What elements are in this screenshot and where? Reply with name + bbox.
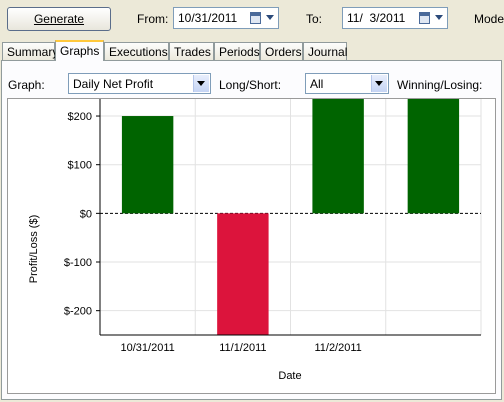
chevron-down-icon[interactable]: [371, 75, 387, 92]
mode-label: Mode:: [474, 12, 504, 26]
graph-select-value: Daily Net Profit: [73, 77, 154, 91]
chevron-down-icon[interactable]: [193, 75, 209, 92]
x-axis-title: Date: [278, 370, 301, 382]
tab-trades[interactable]: Trades: [169, 42, 214, 60]
graphs-panel: Graph: Daily Net Profit Long/Short: All …: [1, 60, 502, 400]
y-tick-label: $200: [68, 111, 92, 123]
tab-periods[interactable]: Periods: [214, 42, 260, 60]
longshort-label: Long/Short:: [219, 78, 282, 92]
tab-orders[interactable]: Orders: [260, 42, 303, 60]
to-date-value: 11/ 3/2011: [347, 11, 406, 25]
bar-11/1/2011: [217, 213, 269, 335]
y-tick-label: $-200: [64, 306, 92, 318]
from-date-value: 10/31/2011: [178, 11, 238, 25]
tab-summary[interactable]: Summary: [2, 42, 58, 60]
from-label: From:: [137, 12, 169, 26]
to-label: To:: [306, 12, 323, 26]
bar-11/3/2011: [407, 99, 460, 214]
chevron-down-icon[interactable]: [435, 15, 443, 20]
generate-button-label: Generate: [33, 12, 85, 26]
graph-label: Graph:: [8, 78, 45, 92]
daily-net-profit-chart: Profit/Loss ($) Date $200 $100 $0 $-100 $-20…: [28, 99, 482, 382]
chevron-down-icon[interactable]: [266, 15, 274, 20]
longshort-select-value: All: [310, 77, 324, 91]
chart-area: Profit/Loss ($) Date $200 $100 $0 $-100 $-20…: [7, 98, 496, 394]
y-tick-label: $-100: [64, 257, 92, 269]
x-tick-label: 11/1/2011: [219, 342, 266, 354]
to-date-picker[interactable]: 11/ 3/2011: [342, 7, 448, 29]
bar-11/2/2011: [312, 99, 364, 214]
bar-10/31/2011: [121, 116, 174, 214]
y-tick-label: $100: [68, 160, 92, 172]
calendar-icon: [250, 12, 261, 24]
y-axis-title: Profit/Loss ($): [28, 215, 40, 283]
y-tick-label: $0: [80, 208, 92, 220]
generate-button[interactable]: Generate: [7, 7, 111, 31]
x-tick-label: 11/2/2011: [314, 342, 361, 354]
from-date-picker[interactable]: 10/31/2011: [173, 7, 279, 29]
longshort-select[interactable]: All: [305, 73, 389, 94]
tab-graphs[interactable]: Graphs: [55, 40, 104, 61]
calendar-icon: [419, 12, 430, 24]
x-tick-label: 10/31/2011: [121, 342, 175, 354]
winlose-label: Winning/Losing:: [397, 78, 483, 92]
tab-journal[interactable]: Journal: [303, 42, 347, 60]
graph-select[interactable]: Daily Net Profit: [68, 73, 211, 94]
tab-executions[interactable]: Executions: [104, 42, 169, 60]
